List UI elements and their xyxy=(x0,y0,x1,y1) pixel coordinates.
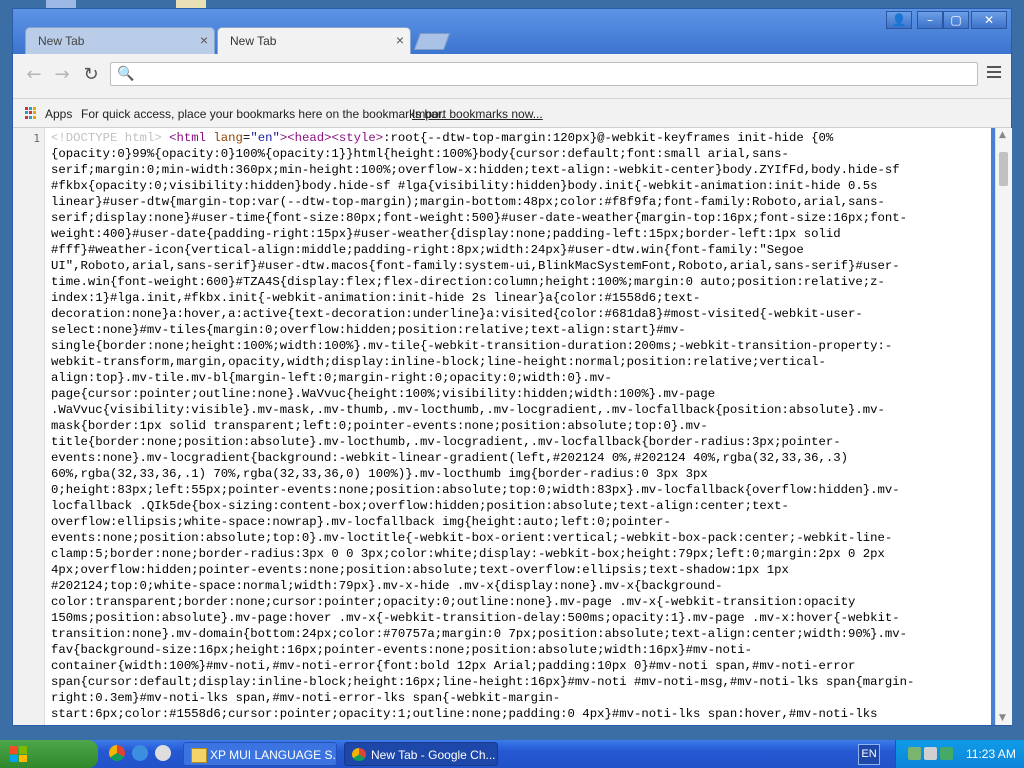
start-button[interactable] xyxy=(0,740,98,768)
search-icon: 🔍 xyxy=(117,66,135,82)
taskbar: XP MUI LANGUAGE S... New Tab - Google Ch… xyxy=(0,740,1024,768)
clock[interactable]: 11:23 AM xyxy=(966,747,1016,761)
source-line: events:none;position:absolute;top:0}.mv-… xyxy=(51,531,893,545)
forward-arrow-icon[interactable]: → xyxy=(51,64,73,86)
windows-logo-icon xyxy=(10,746,28,762)
source-line: mask{border:1px solid transparent;left:0… xyxy=(51,419,708,433)
line-number: 1 xyxy=(33,132,40,145)
import-bookmarks-link[interactable]: Import bookmarks now... xyxy=(412,107,543,121)
source-line: overflow:ellipsis;white-space:nowrap}.mv… xyxy=(51,515,671,529)
task-label: XP MUI LANGUAGE S... xyxy=(210,748,337,762)
maximize-icon[interactable]: ▢ xyxy=(943,11,969,29)
close-icon[interactable]: ✕ xyxy=(971,11,1007,29)
source-lines: {opacity:0}99%{opacity:0}100%{opacity:1}… xyxy=(51,146,981,722)
media-player-icon[interactable] xyxy=(155,745,171,761)
source-line: #fkbx{opacity:0;visibility:hidden}body.h… xyxy=(51,179,878,193)
folder-icon xyxy=(191,748,207,763)
vertical-scrollbar[interactable]: ▲ ▼ xyxy=(995,128,1012,725)
source-line: serif;display:none}#user-time{font-size:… xyxy=(51,211,908,225)
tab-new-tab-2[interactable]: New Tab × xyxy=(217,27,411,54)
source-line: color:transparent;border:none;cursor:poi… xyxy=(51,595,856,609)
minimize-icon[interactable]: – xyxy=(917,11,943,29)
browser-toolbar: ← → ↻ 🔍 xyxy=(13,54,1011,99)
tab-label: New Tab xyxy=(230,34,277,48)
source-line: time.win{font-weight:600}#TZA4S{display:… xyxy=(51,275,885,289)
source-line: .WaVvuc{visibility:visible}.mv-mask,.mv-… xyxy=(51,403,885,417)
task-label: New Tab - Google Ch... xyxy=(371,748,496,762)
tab-close-icon[interactable]: × xyxy=(396,32,404,48)
new-tab-button[interactable] xyxy=(413,33,451,50)
taskbar-item-chrome[interactable]: New Tab - Google Ch... xyxy=(344,742,498,766)
apps-link[interactable]: Apps xyxy=(45,107,72,121)
language-indicator[interactable]: EN xyxy=(858,744,880,765)
head-tags-token: ><head><style> xyxy=(279,131,384,145)
source-line: select:none}#mv-tiles{margin:0;overflow:… xyxy=(51,323,686,337)
source-line-first: <!DOCTYPE html> <html lang="en"><head><s… xyxy=(51,131,834,145)
html-tag-token: <html xyxy=(169,131,206,145)
network-icon[interactable] xyxy=(908,747,921,760)
source-line: #fff}#weather-icon{vertical-align:middle… xyxy=(51,243,804,257)
scroll-down-arrow-icon[interactable]: ▼ xyxy=(999,713,1006,723)
title-bar[interactable]: New Tab × New Tab × 👤 – ▢ ✕ xyxy=(13,9,1011,55)
source-line: container{width:100%}#mv-noti,#mv-noti-e… xyxy=(51,659,856,673)
bookmarks-hint: For quick access, place your bookmarks h… xyxy=(81,107,445,121)
source-line: weight:400}#user-date{padding-right:15px… xyxy=(51,227,841,241)
omnibox-input[interactable]: 🔍 xyxy=(110,62,978,86)
menu-icon[interactable] xyxy=(987,66,1001,80)
source-line: align:top}.mv-tile.mv-bl{margin-left:0;m… xyxy=(51,371,612,385)
lang-attr-token: lang xyxy=(213,131,243,145)
source-line: start:6px;color:#1558d6;cursor:pointer;o… xyxy=(51,707,878,721)
back-arrow-icon[interactable]: ← xyxy=(23,64,45,86)
source-line: #202124;top:0;white-space:normal;width:7… xyxy=(51,579,723,593)
ie-icon[interactable] xyxy=(132,745,148,761)
volume-icon[interactable] xyxy=(924,747,937,760)
source-code[interactable]: <!DOCTYPE html> <html lang="en"><head><s… xyxy=(51,130,981,722)
source-text: :root{--dtw-top-margin:120px}@-webkit-ke… xyxy=(383,131,834,145)
source-line: fav{background-size:16px;height:16px;poi… xyxy=(51,643,753,657)
source-line: clamp:5;border:none;border-radius:3px 0 … xyxy=(51,547,885,561)
tab-new-tab-1[interactable]: New Tab × xyxy=(25,27,215,54)
source-line: transition:none}.mv-domain{bottom:24px;c… xyxy=(51,627,908,641)
tab-close-icon[interactable]: × xyxy=(200,32,208,48)
doctype-token: <!DOCTYPE html> xyxy=(51,131,162,145)
source-line: 60%,rgba(32,33,36,.1) 70%,rgba(32,33,36,… xyxy=(51,467,708,481)
source-line: linear}#user-dtw{margin-top:var(--dtw-to… xyxy=(51,195,885,209)
scrollbar-thumb[interactable] xyxy=(999,152,1008,186)
source-line: right:0.3em}#mv-noti-lks span,#mv-noti-e… xyxy=(51,691,561,705)
security-shield-icon[interactable] xyxy=(940,747,953,760)
view-source-page[interactable]: 1 <!DOCTYPE html> <html lang="en"><head>… xyxy=(13,128,991,725)
chrome-icon[interactable] xyxy=(109,745,125,761)
source-line: webkit-transform,margin,opacity,width;di… xyxy=(51,355,826,369)
source-line: page{cursor:pointer;outline:none}.WaVvuc… xyxy=(51,387,716,401)
scroll-up-arrow-icon[interactable]: ▲ xyxy=(999,130,1006,140)
bookmarks-bar: Apps For quick access, place your bookma… xyxy=(13,99,1011,128)
lang-value-token: "en" xyxy=(250,131,280,145)
apps-grid-icon[interactable] xyxy=(25,107,37,119)
source-line: locfallback .QIk5de{box-sizing:content-b… xyxy=(51,499,789,513)
desktop-icon[interactable] xyxy=(46,0,76,8)
source-line: span{cursor:default;display:inline-block… xyxy=(51,675,915,689)
source-line: UI",Roboto,arial,sans-serif}#user-dtw.ma… xyxy=(51,259,900,273)
source-line: 150ms;position:absolute}.mv-page:hover .… xyxy=(51,611,900,625)
tab-label: New Tab xyxy=(38,34,85,48)
source-line: 0;height:83px;left:55px;pointer-events:n… xyxy=(51,483,900,497)
chrome-icon xyxy=(352,748,366,761)
source-line: serif;margin:0;min-width:360px;min-heigh… xyxy=(51,163,900,177)
user-icon[interactable]: 👤 xyxy=(886,11,912,29)
line-number-gutter: 1 xyxy=(13,128,45,725)
system-tray: 11:23 AM xyxy=(895,740,1024,768)
desktop-icon[interactable] xyxy=(176,0,206,8)
source-line: single{border:none;height:100%;width:100… xyxy=(51,339,893,353)
source-line: {opacity:0}99%{opacity:0}100%{opacity:1}… xyxy=(51,147,789,161)
taskbar-item-folder[interactable]: XP MUI LANGUAGE S... xyxy=(183,742,337,766)
source-line: title{border:none;position:absolute}.mv-… xyxy=(51,435,841,449)
source-line: decoration:none}a:hover,a:active{text-de… xyxy=(51,307,863,321)
source-line: 4px;overflow:hidden;pointer-events:none;… xyxy=(51,563,789,577)
reload-icon[interactable]: ↻ xyxy=(80,64,102,86)
source-line: index:1}#lga.init,#fkbx.init{-webkit-ani… xyxy=(51,291,701,305)
source-line: events:none}.mv-locgradient{background:-… xyxy=(51,451,848,465)
chrome-window: New Tab × New Tab × 👤 – ▢ ✕ ← → ↻ 🔍 Apps… xyxy=(12,8,1012,726)
